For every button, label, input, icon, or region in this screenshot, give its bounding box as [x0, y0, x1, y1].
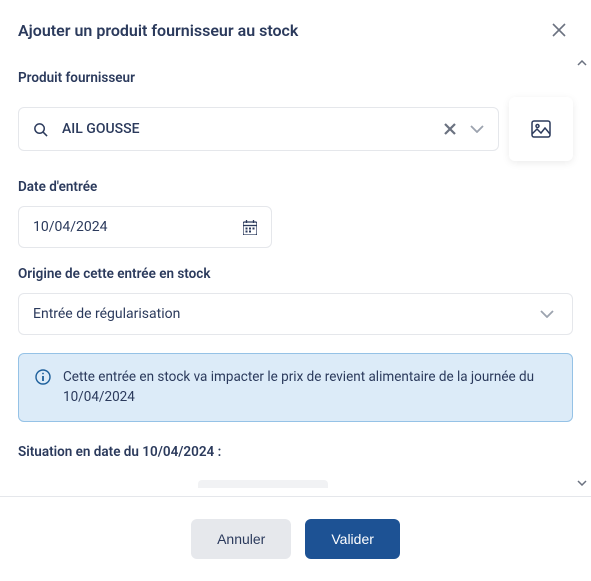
scroll-down-indicator[interactable]: [575, 480, 589, 486]
modal-footer: Annuler Valider: [0, 497, 591, 581]
situation-label: Situation en date du 10/04/2024 :: [18, 444, 573, 460]
origin-label: Origine de cette entrée en stock: [18, 266, 573, 282]
product-label: Produit fournisseur: [18, 70, 573, 86]
submit-button[interactable]: Valider: [305, 519, 400, 559]
product-dropdown-toggle[interactable]: [466, 125, 488, 133]
product-value: AIL GOUSSE: [62, 121, 444, 137]
origin-dropdown-toggle[interactable]: [536, 310, 558, 318]
cancel-button[interactable]: Annuler: [191, 519, 291, 559]
info-icon: [35, 369, 51, 407]
search-icon: [33, 122, 48, 137]
calendar-icon: [243, 220, 257, 235]
stock-value: 0,000: [198, 480, 328, 488]
chevron-down-icon: [470, 125, 484, 133]
date-label: Date d'entrée: [18, 179, 573, 195]
date-input[interactable]: 10/04/2024: [18, 206, 272, 248]
info-alert: Cette entrée en stock va impacter le pri…: [18, 353, 573, 422]
origin-value: Entrée de régularisation: [33, 306, 536, 322]
close-icon: [551, 22, 567, 38]
image-icon: [531, 120, 551, 138]
scroll-up-indicator[interactable]: [575, 60, 589, 66]
product-select[interactable]: AIL GOUSSE: [18, 107, 499, 151]
modal-title: Ajouter un produit fournisseur au stock: [18, 21, 298, 40]
close-button[interactable]: [545, 16, 573, 44]
x-icon: [444, 123, 456, 135]
chevron-up-icon: [577, 60, 587, 66]
info-text: Cette entrée en stock va impacter le pri…: [63, 368, 556, 407]
origin-select[interactable]: Entrée de régularisation: [18, 293, 573, 335]
clear-product-button[interactable]: [444, 123, 456, 135]
chevron-down-icon: [540, 310, 554, 318]
chevron-down-icon: [577, 480, 587, 486]
date-value: 10/04/2024: [33, 219, 243, 235]
product-image-placeholder[interactable]: [509, 97, 573, 161]
